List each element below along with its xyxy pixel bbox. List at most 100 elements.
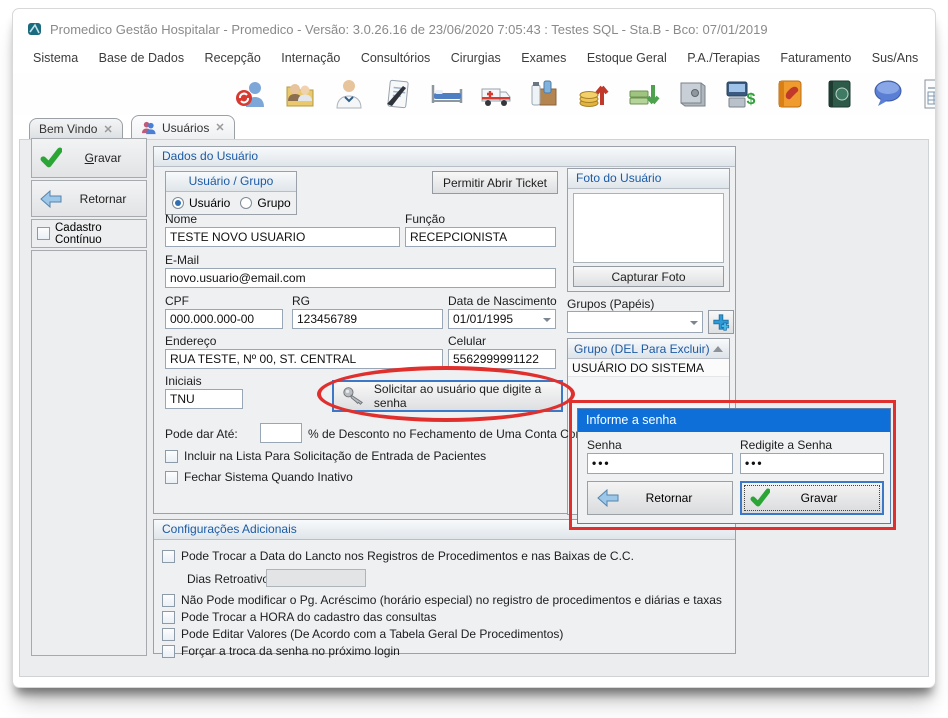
endereco-label: Endereço xyxy=(165,334,216,348)
patients-folder-icon[interactable] xyxy=(283,77,317,111)
capturar-foto-button[interactable]: Capturar Foto xyxy=(573,266,724,287)
safe-icon[interactable] xyxy=(675,77,709,111)
rg-input[interactable]: 123456789 xyxy=(292,309,443,329)
window-titlebar: Promedico Gestão Hospitalar - Promedico … xyxy=(27,19,768,39)
red-rectangle-annotation: Informe a senha Senha Redigite a Senha •… xyxy=(569,400,896,530)
users-icon xyxy=(141,120,156,135)
ledger-book-icon[interactable] xyxy=(822,77,856,111)
add-group-button[interactable] xyxy=(708,310,734,334)
sidebar-empty-panel xyxy=(31,250,147,656)
nome-input[interactable]: TESTE NOVO USUARIO xyxy=(165,227,400,247)
svg-text:$: $ xyxy=(747,91,756,108)
nascimento-value: 01/01/1995 xyxy=(453,312,513,326)
desconto-suffix-label: % de Desconto no Fechamento de Uma Conta… xyxy=(308,427,607,441)
config-checkbox-2[interactable] xyxy=(162,611,175,624)
cadastro-continuo-row: Cadastro Contínuo xyxy=(31,219,147,248)
redigite-label: Redigite a Senha xyxy=(740,438,832,452)
redigite-senha-input[interactable]: ••• xyxy=(740,453,884,474)
fechar-sistema-label: Fechar Sistema Quando Inativo xyxy=(184,470,353,484)
celular-input[interactable]: 5562999991122 xyxy=(448,349,556,369)
dialog-gravar-button[interactable]: Gravar xyxy=(740,481,884,515)
retornar-button[interactable]: Retornar xyxy=(31,180,147,217)
fechar-sistema-checkbox[interactable] xyxy=(165,471,178,484)
config-label-3: Pode Editar Valores (De Acordo com a Tab… xyxy=(181,627,563,641)
expense-down-icon[interactable] xyxy=(626,77,660,111)
doctor-icon[interactable] xyxy=(332,77,366,111)
tab-label: Bem Vindo xyxy=(39,122,97,136)
window-title: Promedico Gestão Hospitalar - Promedico … xyxy=(50,22,768,37)
promedico-logo-icon xyxy=(27,21,43,37)
email-label: E-Mail xyxy=(165,253,199,267)
tab-usuarios[interactable]: Usuários ✕ xyxy=(131,115,235,139)
config-checkbox-1[interactable] xyxy=(162,594,175,607)
config-row: Pode Trocar a HORA do cadastro das consu… xyxy=(162,610,436,624)
config-checkbox-0[interactable] xyxy=(162,550,175,563)
check-icon xyxy=(750,488,770,508)
prescription-icon[interactable] xyxy=(381,77,415,111)
iniciais-input[interactable]: TNU xyxy=(165,389,243,409)
chevron-down-icon[interactable] xyxy=(690,321,698,325)
nascimento-combo[interactable]: 01/01/1995 xyxy=(448,309,556,329)
foto-usuario-group: Foto do Usuário Capturar Foto xyxy=(567,168,730,292)
incluir-lista-checkbox[interactable] xyxy=(165,450,178,463)
menu-consultorios[interactable]: Consultórios xyxy=(361,51,430,65)
pharmacy-icon[interactable] xyxy=(528,77,562,111)
config-label-2: Pode Trocar a HORA do cadastro das consu… xyxy=(181,610,436,624)
config-checkbox-4[interactable] xyxy=(162,645,175,658)
gravar-button[interactable]: Gravar xyxy=(31,138,147,178)
cadastro-continuo-checkbox[interactable] xyxy=(37,227,50,240)
permitir-abrir-ticket-button[interactable]: Permitir Abrir Ticket xyxy=(432,171,558,194)
retornar-label: Retornar xyxy=(70,192,136,206)
grupo-list-header[interactable]: Grupo (DEL Para Excluir) xyxy=(568,339,729,359)
menu-internacao[interactable]: Internação xyxy=(281,51,340,65)
tab-close-icon[interactable]: ✕ xyxy=(103,123,112,136)
solicitar-senha-button[interactable]: Solicitar ao usuário que digite a senha xyxy=(332,380,563,412)
chevron-down-icon[interactable] xyxy=(543,318,551,322)
menu-sistema[interactable]: Sistema xyxy=(33,51,78,65)
radio-dot xyxy=(240,197,252,209)
tab-bar: Bem Vindo ✕ Usuários ✕ xyxy=(13,115,935,139)
billing-calculator-icon[interactable]: $ xyxy=(724,77,758,111)
sort-asc-icon xyxy=(713,346,723,352)
revenue-up-icon[interactable] xyxy=(577,77,611,111)
grupos-combo[interactable] xyxy=(567,311,703,333)
config-checkbox-3[interactable] xyxy=(162,628,175,641)
menu-cirurgias[interactable]: Cirurgias xyxy=(451,51,501,65)
key-icon xyxy=(342,385,366,407)
dialog-retornar-button[interactable]: Retornar xyxy=(587,481,733,515)
dialog-retornar-label: Retornar xyxy=(620,491,718,505)
ambulance-icon[interactable] xyxy=(479,77,513,111)
menu-sus-ans[interactable]: Sus/Ans xyxy=(872,51,919,65)
report-icon[interactable] xyxy=(920,77,936,111)
sync-users-icon[interactable] xyxy=(234,77,268,111)
senha-input[interactable]: ••• xyxy=(587,453,733,474)
cpf-input[interactable]: 000.000.000-00 xyxy=(165,309,283,329)
senha-label: Senha xyxy=(587,438,622,452)
app-window: Promedico Gestão Hospitalar - Promedico … xyxy=(12,8,936,688)
config-row: Não Pode modificar o Pg. Acréscimo (horá… xyxy=(162,593,722,607)
tab-close-icon[interactable]: ✕ xyxy=(215,121,224,134)
menu-base-de-dados[interactable]: Base de Dados xyxy=(99,51,184,65)
phonebook-icon[interactable] xyxy=(773,77,807,111)
desconto-prefix-label: Pode dar Até: xyxy=(165,427,238,441)
menu-pa-terapias[interactable]: P.A./Terapias xyxy=(687,51,760,65)
solicitar-senha-label: Solicitar ao usuário que digite a senha xyxy=(374,382,561,410)
menu-recepcao[interactable]: Recepção xyxy=(205,51,261,65)
email-input[interactable]: novo.usuario@email.com xyxy=(165,268,556,288)
nome-label: Nome xyxy=(165,212,197,226)
menu-faturamento[interactable]: Faturamento xyxy=(780,51,851,65)
menu-exames[interactable]: Exames xyxy=(521,51,566,65)
config-adicionais-group: Configurações Adicionais Pode Trocar a D… xyxy=(153,519,736,654)
grupo-list-item[interactable]: USUÁRIO DO SISTEMA xyxy=(568,359,729,377)
radio-usuario[interactable]: Usuário xyxy=(172,196,230,210)
radio-grupo[interactable]: Grupo xyxy=(240,196,290,210)
usuario-grupo-box: Usuário / Grupo Usuário Grupo xyxy=(165,171,297,215)
hospital-bed-icon[interactable] xyxy=(430,77,464,111)
funcao-input[interactable]: RECEPCIONISTA xyxy=(405,227,556,247)
menu-estoque-geral[interactable]: Estoque Geral xyxy=(587,51,667,65)
desconto-input[interactable] xyxy=(260,423,302,443)
tab-bem-vindo[interactable]: Bem Vindo ✕ xyxy=(29,118,123,139)
endereco-input[interactable]: RUA TESTE, Nº 00, ST. CENTRAL xyxy=(165,349,443,369)
chat-icon[interactable] xyxy=(871,77,905,111)
rg-label: RG xyxy=(292,294,310,308)
